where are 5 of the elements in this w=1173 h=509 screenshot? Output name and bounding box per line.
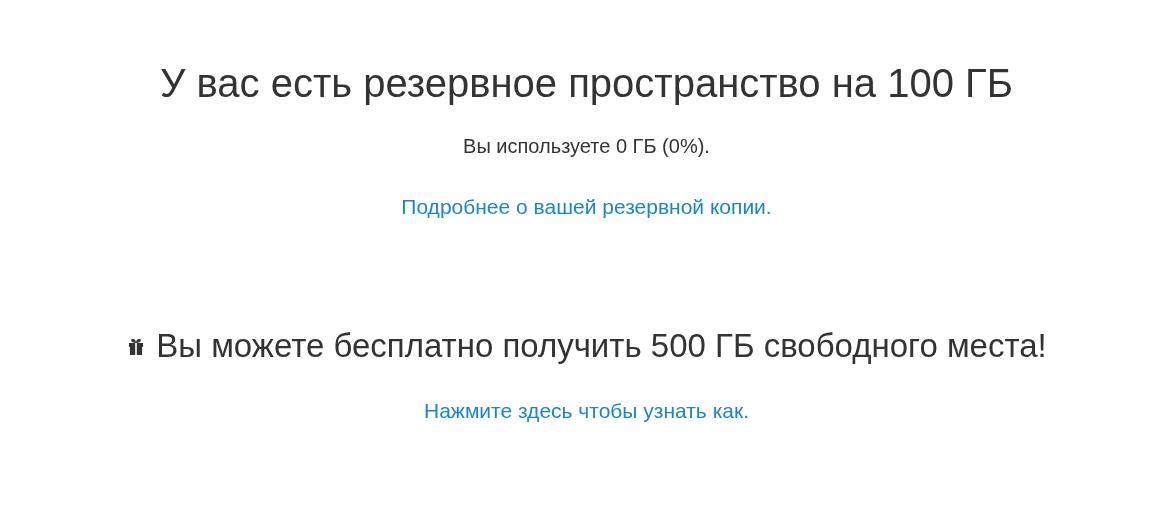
backup-details-link[interactable]: Подробнее о вашей резервной копии. [401,194,772,220]
usage-text: Вы используете 0 ГБ (0%). [463,134,710,158]
offer-link[interactable]: Нажмите здесь чтобы узнать как. [424,398,749,424]
backup-title: У вас есть резервное пространство на 100 ГБ [160,60,1013,107]
offer-title: Вы можете бесплатно получить 500 ГБ свободного места! [156,326,1047,366]
